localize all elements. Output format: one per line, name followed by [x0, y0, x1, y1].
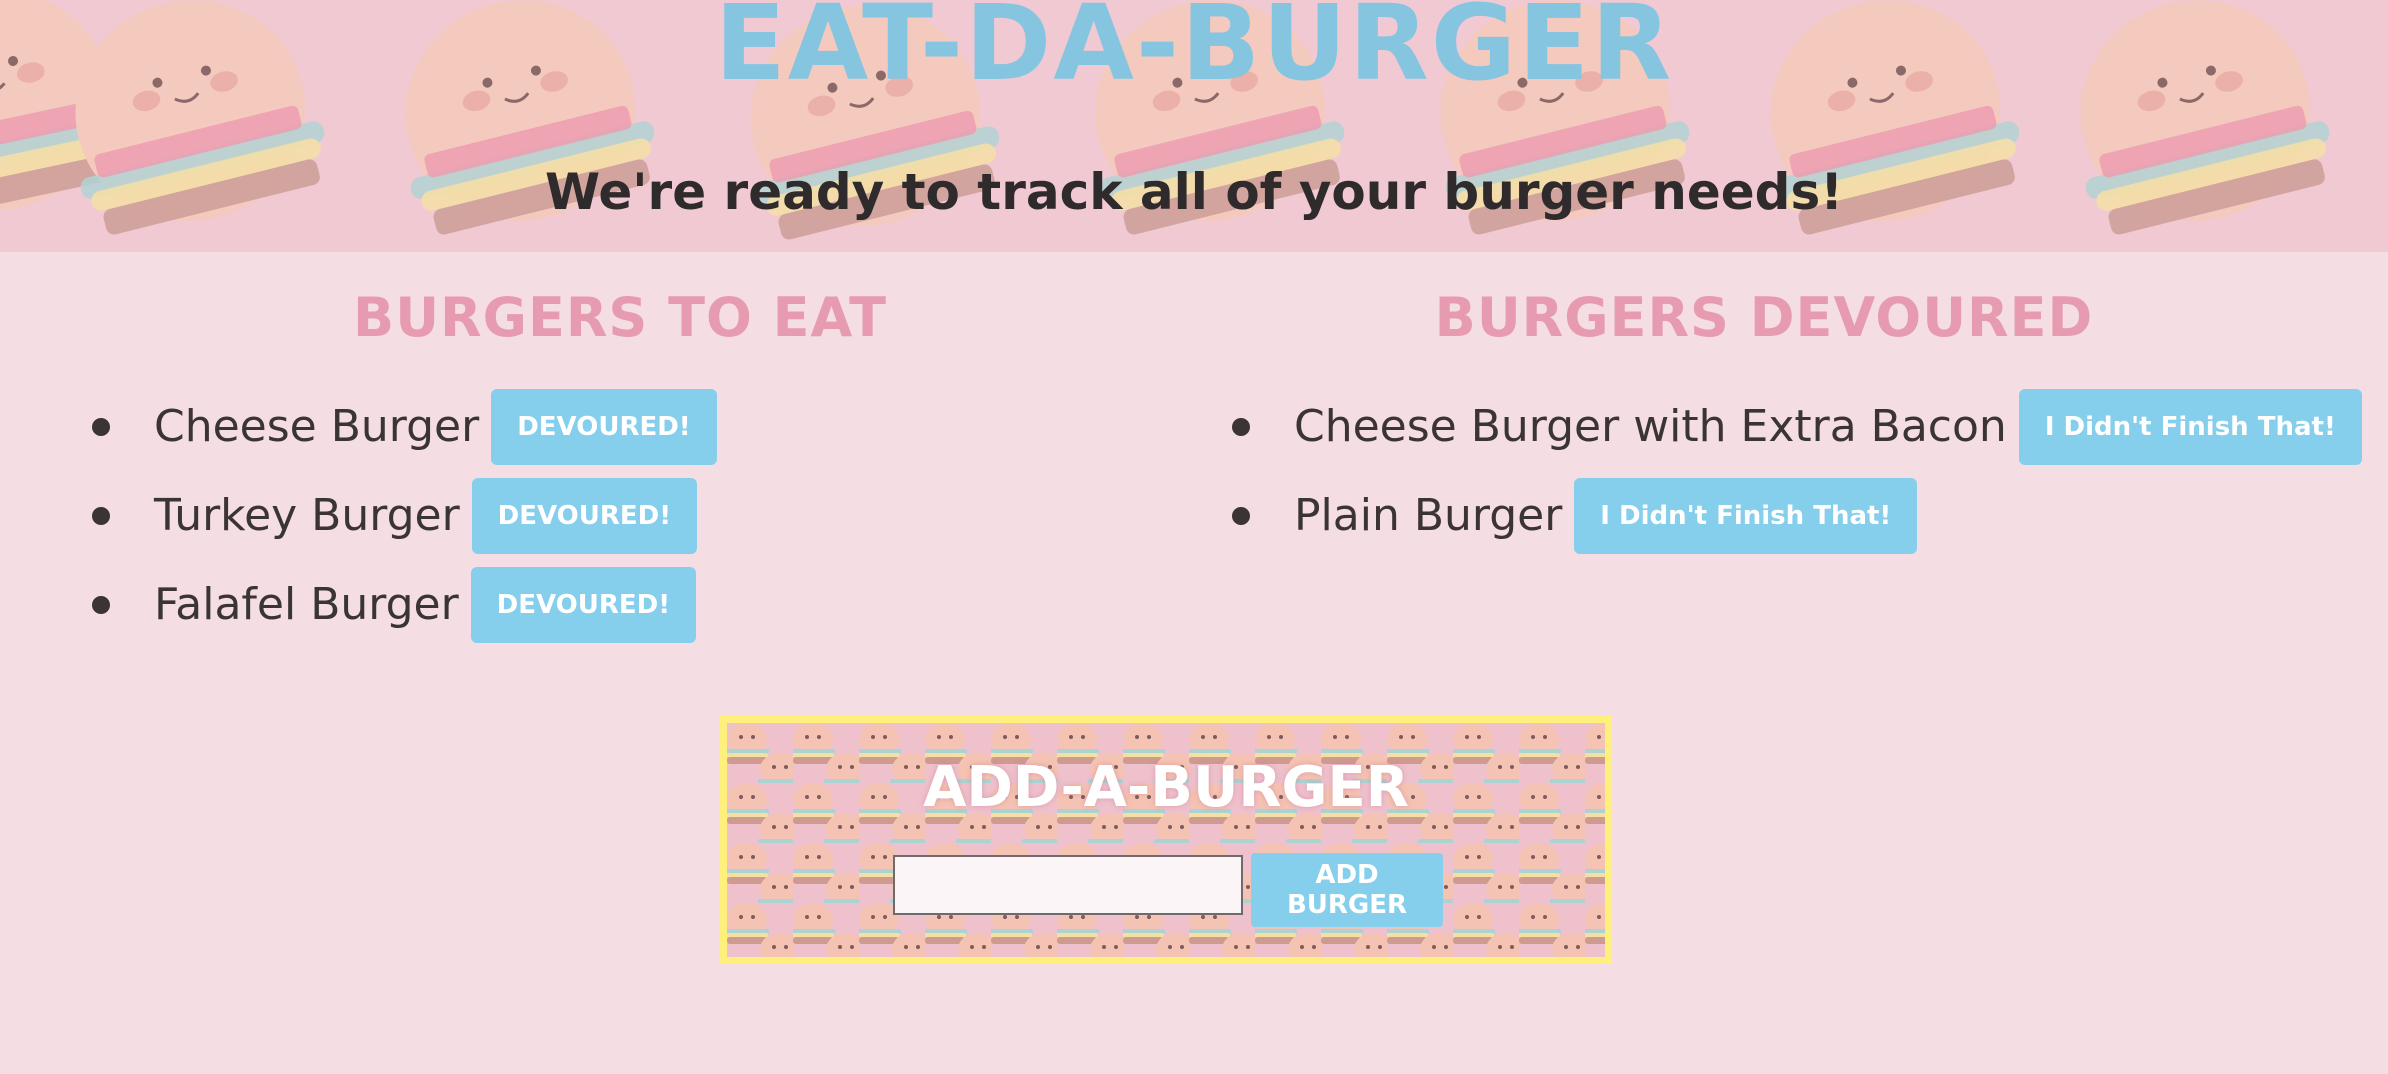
devoured-button[interactable]: DEVOURED! [470, 566, 697, 643]
site-title: EAT-DA-BURGER [714, 0, 1674, 104]
list-item: Cheese Burger with Extra Bacon I Didn't … [1232, 382, 2362, 471]
list-item: Falafel Burger DEVOURED! [92, 560, 717, 649]
add-burger-title: ADD-A-BURGER [923, 755, 1409, 820]
add-burger-panel: ADD-A-BURGER ADD BURGER [720, 716, 1612, 964]
bullet-icon [92, 417, 110, 436]
devoured-button[interactable]: DEVOURED! [471, 477, 698, 554]
burger-name: Falafel Burger [154, 579, 459, 630]
burger-name: Cheese Burger [154, 401, 480, 452]
bullet-icon [1232, 506, 1250, 525]
didnt-finish-button[interactable]: I Didn't Finish That! [2018, 388, 2362, 465]
burgers-devoured-list: Cheese Burger with Extra Bacon I Didn't … [1232, 382, 2362, 560]
burger-name: Plain Burger [1294, 490, 1563, 541]
burgers-to-eat-heading: Burgers To Eat [353, 286, 887, 349]
burger-name-input[interactable] [893, 855, 1243, 915]
devoured-button[interactable]: DEVOURED! [491, 388, 717, 465]
header-banner: EAT-DA-BURGER We're ready to track all o… [0, 0, 2388, 252]
burgers-devoured-heading: Burgers Devoured [1434, 286, 2094, 349]
didnt-finish-button[interactable]: I Didn't Finish That! [1574, 477, 1918, 554]
bullet-icon [92, 595, 110, 614]
add-burger-button[interactable]: ADD BURGER [1251, 853, 1443, 927]
bullet-icon [92, 506, 110, 525]
list-item: Plain Burger I Didn't Finish That! [1232, 471, 2362, 560]
list-item: Turkey Burger DEVOURED! [92, 471, 717, 560]
list-item: Cheese Burger DEVOURED! [92, 382, 717, 471]
burgers-to-eat-list: Cheese Burger DEVOURED! Turkey Burger DE… [92, 382, 717, 649]
burger-name: Turkey Burger [154, 490, 460, 541]
site-subtitle: We're ready to track all of your burger … [544, 163, 1844, 221]
burger-name: Cheese Burger with Extra Bacon [1294, 401, 2007, 452]
bullet-icon [1232, 417, 1250, 436]
